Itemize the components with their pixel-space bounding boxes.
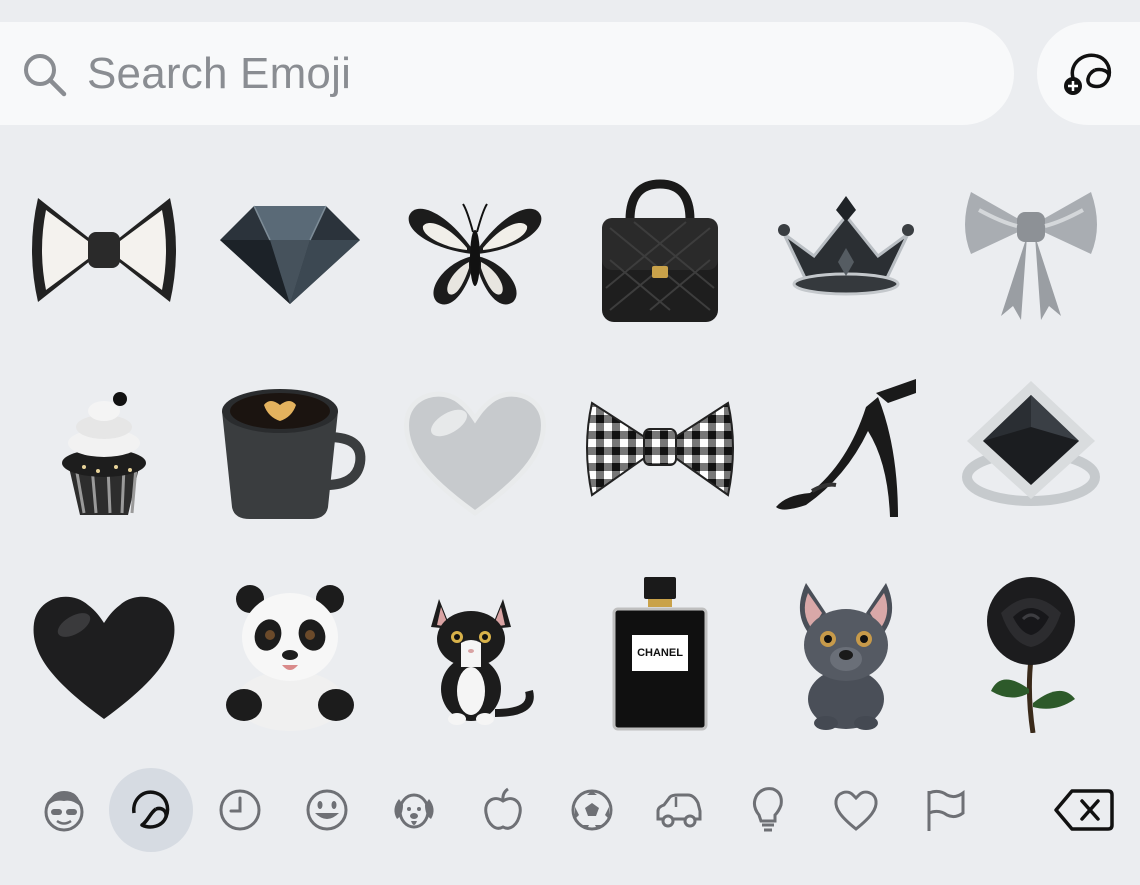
coffee-icon [222,389,366,519]
objects-icon [752,787,783,832]
category-recent[interactable] [210,780,270,840]
cat-icon [431,599,534,725]
category-stickers[interactable] [109,768,193,852]
category-bar [0,760,1140,860]
cupcake-icon [62,392,146,515]
ring-icon [962,381,1100,506]
category-symbols[interactable] [826,780,886,840]
high-heel-icon [776,379,916,517]
emoji-handbag[interactable] [575,165,745,335]
flags-icon [927,789,965,831]
search-input[interactable]: Search Emoji [87,49,351,99]
category-travel[interactable] [649,780,709,840]
add-sticker-button[interactable] [1037,22,1140,125]
emoji-black-heart[interactable] [19,568,189,738]
emoji-diamond[interactable] [205,165,375,335]
butterfly-icon [408,203,542,305]
perfume-label: CHANEL [637,647,683,659]
travel-icon [656,793,702,828]
emoji-cupcake[interactable] [19,362,189,532]
category-flags[interactable] [914,780,974,840]
emoji-perfume[interactable]: CHANEL [575,568,745,738]
symbols-icon [834,790,878,831]
emoji-grid: CHANEL [0,165,1140,745]
emoji-gingham-bow[interactable] [575,362,745,532]
handbag-icon [602,179,718,322]
emoji-crown[interactable] [761,165,931,335]
category-memoji[interactable] [34,780,94,840]
recent-icon [219,789,261,831]
bow-tie-icon [32,198,176,302]
search-bar[interactable]: Search Emoji [0,22,1014,125]
animals-icon [394,793,434,829]
silver-bow-icon [965,192,1097,320]
category-animals[interactable] [384,780,444,840]
category-food[interactable] [473,780,533,840]
black-heart-icon [33,596,175,719]
emoji-ring[interactable] [946,362,1116,532]
category-activity[interactable] [562,780,622,840]
add-sticker-icon [1063,52,1111,95]
emoji-french-bulldog[interactable] [761,568,931,738]
emoji-panda[interactable] [205,568,375,738]
bulldog-icon [799,583,893,730]
emoji-cat[interactable] [390,568,560,738]
smileys-icon [306,789,348,831]
gingham-bow-icon [586,401,734,497]
category-smileys[interactable] [297,780,357,840]
diamond-icon [220,205,360,304]
delete-icon [1054,789,1114,831]
emoji-silver-bow[interactable] [946,165,1116,335]
perfume-icon: CHANEL [612,577,708,731]
emoji-bow-tie-white[interactable] [19,165,189,335]
food-icon [484,787,522,830]
emoji-butterfly[interactable] [390,165,560,335]
memoji-icon [44,791,84,832]
delete-button[interactable] [1054,780,1114,840]
silver-heart-icon [404,391,546,517]
emoji-silver-heart[interactable] [390,362,560,532]
emoji-high-heel[interactable] [761,362,931,532]
search-icon [24,54,67,97]
category-objects[interactable] [738,780,798,840]
emoji-coffee[interactable] [205,362,375,532]
panda-icon [226,585,354,731]
crown-icon [778,196,914,296]
stickers-icon [132,790,170,829]
activity-icon [571,789,613,831]
emoji-black-rose[interactable] [946,568,1116,738]
rose-icon [987,577,1075,733]
